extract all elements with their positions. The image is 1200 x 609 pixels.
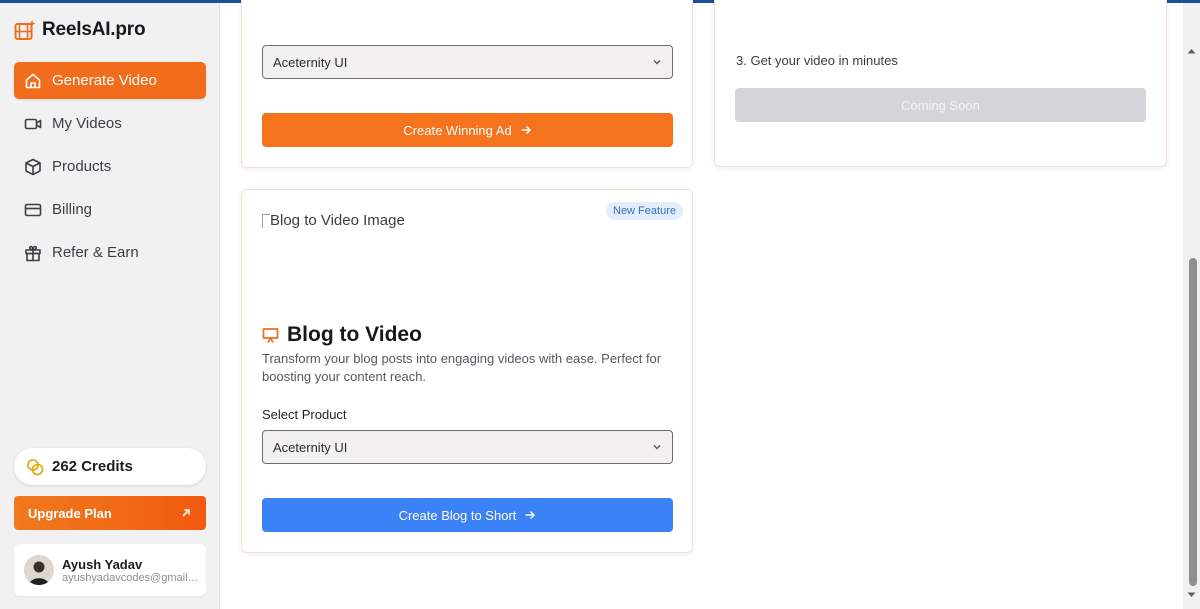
sidebar-item-products[interactable]: Products: [14, 148, 206, 185]
arrow-right-icon: [525, 510, 536, 520]
film-sparkle-logo-icon: [14, 20, 36, 40]
sidebar-nav: Generate Video My Videos Products Billin…: [14, 62, 206, 277]
sidebar-item-my-videos[interactable]: My Videos: [14, 105, 206, 142]
user-email: ayushyadavcodes@gmail.com: [62, 571, 200, 584]
chevron-down-icon: [653, 445, 661, 450]
feature-description: Transform your blog posts into engaging …: [262, 351, 662, 384]
feature-title-text: Blog to Video: [287, 323, 422, 346]
avatar: [24, 555, 54, 585]
coins-icon: [27, 458, 44, 475]
upgrade-plan-button[interactable]: Upgrade Plan: [14, 496, 206, 530]
image-alt-text: Blog to Video Image: [270, 212, 405, 229]
blog-product-select-value: Aceternity UI: [273, 439, 348, 455]
blog-to-video-card: New Feature Blog to Video Image Blog to …: [241, 189, 693, 553]
main-content: Aceternity UI Create Winning Ad 3. Get y…: [220, 0, 1200, 609]
sidebar-item-label: Billing: [52, 201, 93, 218]
feature-title: Blog to Video: [262, 323, 422, 347]
chevron-down-icon: [653, 60, 661, 65]
sidebar-item-label: Refer & Earn: [52, 244, 139, 261]
coming-soon-button: Coming Soon: [735, 88, 1146, 122]
brand-name: ReelsAI.pro: [42, 19, 146, 40]
sidebar-item-billing[interactable]: Billing: [14, 191, 206, 228]
video-camera-icon: [24, 115, 42, 133]
product-select-value: Aceternity UI: [273, 54, 348, 70]
create-blog-to-short-button[interactable]: Create Blog to Short: [262, 498, 673, 532]
product-select[interactable]: Aceternity UI: [262, 45, 673, 79]
credits-pill[interactable]: 262 Credits: [14, 448, 206, 485]
credits-count: 262 Credits: [52, 458, 133, 475]
box-icon: [24, 158, 42, 176]
gift-icon: [24, 244, 42, 262]
upcoming-feature-card: 3. Get your video in minutes Coming Soon: [714, 0, 1167, 167]
create-winning-ad-label: Create Winning Ad: [403, 122, 512, 138]
credit-card-icon: [24, 201, 42, 219]
sidebar-item-refer-earn[interactable]: Refer & Earn: [14, 234, 206, 271]
home-icon: [24, 72, 42, 90]
user-profile-card[interactable]: Ayush Yadav ayushyadavcodes@gmail.com: [14, 544, 206, 596]
sidebar: ReelsAI.pro Generate Video My Videos Pro…: [0, 3, 220, 609]
sidebar-item-label: Products: [52, 158, 112, 175]
blog-product-select[interactable]: Aceternity UI: [262, 430, 673, 464]
sidebar-item-label: Generate Video: [52, 72, 157, 89]
brand[interactable]: ReelsAI.pro: [14, 19, 146, 41]
arrow-right-icon: [521, 125, 531, 135]
new-feature-badge: New Feature: [606, 202, 683, 220]
create-blog-to-short-label: Create Blog to Short: [398, 507, 517, 523]
scrollbar-thumb[interactable]: [1189, 258, 1197, 586]
coming-soon-label: Coming Soon: [901, 97, 980, 113]
sidebar-item-label: My Videos: [52, 115, 122, 132]
presentation-icon: [262, 327, 279, 343]
blog-to-video-image: Blog to Video Image: [262, 212, 405, 229]
upgrade-plan-label: Upgrade Plan: [28, 505, 112, 521]
sidebar-item-generate-video[interactable]: Generate Video: [14, 62, 206, 99]
user-name: Ayush Yadav: [62, 556, 143, 572]
select-product-label: Select Product: [262, 407, 347, 422]
step-text: 3. Get your video in minutes: [736, 53, 898, 68]
broken-image-icon: [262, 213, 270, 228]
user-info: Ayush Yadav ayushyadavcodes@gmail.com: [62, 557, 200, 584]
scroll-down-arrow-icon[interactable]: [1187, 592, 1196, 598]
create-winning-ad-button[interactable]: Create Winning Ad: [262, 113, 673, 147]
winning-ad-card: Aceternity UI Create Winning Ad: [241, 0, 693, 168]
scroll-up-arrow-icon[interactable]: [1187, 48, 1196, 54]
arrow-up-right-icon: [182, 509, 190, 517]
